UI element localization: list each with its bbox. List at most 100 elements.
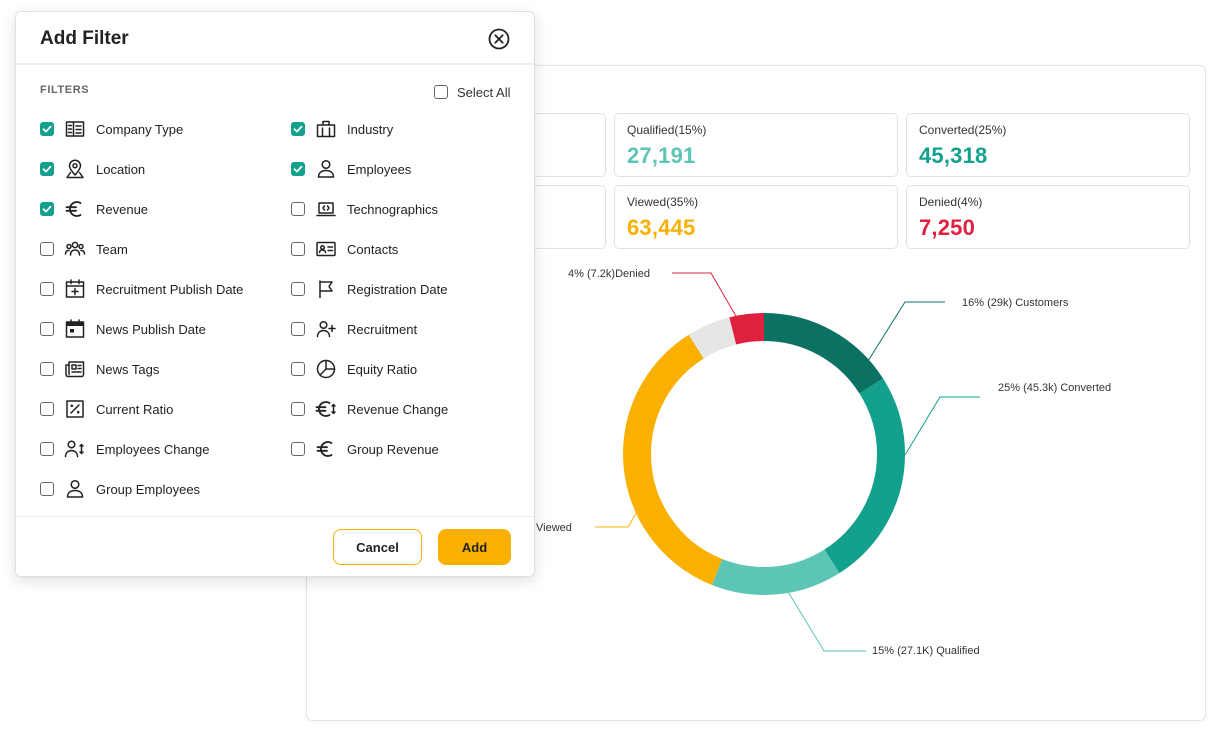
person-change-icon — [64, 438, 86, 460]
filter-label: Team — [96, 241, 128, 257]
callout-label-qualified: 15% (27.1K) Qualified — [872, 645, 980, 657]
add-filter-modal: Add Filter FILTERS Select All Company Ty… — [15, 11, 535, 577]
filter-checkbox[interactable] — [40, 482, 54, 496]
filter-option-news-tags[interactable]: News Tags — [40, 358, 159, 380]
filter-checkbox[interactable] — [40, 202, 54, 216]
filter-label: Registration Date — [347, 281, 448, 297]
modal-header: Add Filter — [16, 12, 534, 65]
modal-footer: Cancel Add — [16, 516, 534, 578]
filter-label: Recruitment Publish Date — [96, 281, 244, 297]
filter-label: Employees Change — [96, 441, 210, 457]
check-icon — [42, 205, 52, 213]
callout-line-qualified — [786, 589, 866, 652]
location-pin-icon — [64, 158, 86, 180]
filter-checkbox[interactable] — [291, 202, 305, 216]
person-icon — [315, 158, 337, 180]
select-all-checkbox[interactable] — [434, 85, 448, 99]
filter-option-recruitment-publish-date[interactable]: Recruitment Publish Date — [40, 278, 243, 300]
filter-option-revenue[interactable]: Revenue — [40, 198, 148, 220]
filter-checkbox[interactable] — [291, 162, 305, 176]
select-all-toggle[interactable]: Select All — [434, 83, 510, 101]
filter-checkbox[interactable] — [40, 402, 54, 416]
check-icon — [42, 165, 52, 173]
filter-option-industry[interactable]: Industry — [291, 118, 393, 140]
industry-icon — [315, 118, 337, 140]
filter-label: Employees — [347, 161, 412, 177]
filter-checkbox[interactable] — [291, 442, 305, 456]
euro-change-icon — [315, 398, 337, 420]
callout-line-customers — [867, 301, 945, 362]
callout-label-denied: 4% (7.2k)Denied — [568, 268, 650, 280]
filter-option-equity-ratio[interactable]: Equity Ratio — [291, 358, 417, 380]
modal-title: Add Filter — [40, 28, 129, 49]
calendar-plus-icon — [64, 278, 86, 300]
close-circle-icon — [488, 28, 510, 50]
filter-label: Recruitment — [347, 321, 418, 337]
calendar-icon — [64, 318, 86, 340]
filter-option-employees[interactable]: Employees — [291, 158, 411, 180]
newspaper-icon — [64, 358, 86, 380]
filter-option-contacts[interactable]: Contacts — [291, 238, 398, 260]
filter-checkbox[interactable] — [40, 362, 54, 376]
callout-label-viewed: Viewed — [536, 522, 572, 534]
check-icon — [42, 125, 52, 133]
filter-option-news-publish-date[interactable]: News Publish Date — [40, 318, 206, 340]
filter-label: Revenue Change — [347, 401, 449, 417]
close-button[interactable] — [487, 27, 511, 51]
filters-section-label: FILTERS — [40, 84, 90, 96]
filter-checkbox[interactable] — [40, 282, 54, 296]
filter-label: Group Revenue — [347, 441, 439, 457]
filter-option-company-type[interactable]: Company Type — [40, 118, 183, 140]
filter-checkbox[interactable] — [291, 122, 305, 136]
filter-label: Company Type — [96, 121, 184, 137]
callout-line-denied — [672, 272, 738, 319]
filter-label: News Tags — [96, 361, 160, 377]
filter-label: Industry — [347, 121, 394, 137]
cancel-button[interactable]: Cancel — [333, 529, 422, 565]
contact-card-icon — [315, 238, 337, 260]
filter-label: Revenue — [96, 201, 149, 217]
check-icon — [293, 165, 303, 173]
filter-option-location[interactable]: Location — [40, 158, 145, 180]
filter-label: Group Employees — [96, 481, 201, 497]
filter-checkbox[interactable] — [291, 402, 305, 416]
filter-label: News Publish Date — [96, 321, 206, 337]
person-add-icon — [315, 318, 337, 340]
filter-checkbox[interactable] — [40, 242, 54, 256]
flag-icon — [315, 278, 337, 300]
filter-option-registration-date[interactable]: Registration Date — [291, 278, 447, 300]
check-icon — [293, 125, 303, 133]
filter-checkbox[interactable] — [291, 282, 305, 296]
filter-option-current-ratio[interactable]: Current Ratio — [40, 398, 173, 420]
laptop-code-icon — [315, 198, 337, 220]
filter-checkbox[interactable] — [40, 322, 54, 336]
filter-checkbox[interactable] — [40, 442, 54, 456]
filter-label: Location — [96, 161, 146, 177]
add-button[interactable]: Add — [438, 529, 511, 565]
filter-checkbox[interactable] — [291, 362, 305, 376]
filter-option-revenue-change[interactable]: Revenue Change — [291, 398, 448, 420]
pie-chart-icon — [315, 358, 337, 380]
filter-option-group-revenue[interactable]: Group Revenue — [291, 438, 439, 460]
filter-label: Current Ratio — [96, 401, 174, 417]
person-icon — [64, 478, 86, 500]
euro-icon — [64, 198, 86, 220]
euro-icon — [315, 438, 337, 460]
filter-option-group-employees[interactable]: Group Employees — [40, 478, 200, 500]
filter-option-technographics[interactable]: Technographics — [291, 198, 438, 220]
filter-option-recruitment[interactable]: Recruitment — [291, 318, 417, 340]
filter-checkbox[interactable] — [291, 322, 305, 336]
callout-label-converted: 25% (45.3k) Converted — [998, 382, 1111, 394]
team-icon — [64, 238, 86, 260]
filter-checkbox[interactable] — [40, 162, 54, 176]
filter-label: Technographics — [347, 201, 439, 217]
callout-label-customers: 16% (29k) Customers — [962, 297, 1069, 309]
filter-label: Contacts — [347, 241, 399, 257]
select-all-label: Select All — [457, 84, 511, 100]
building-icon — [64, 118, 86, 140]
filter-option-team[interactable]: Team — [40, 238, 128, 260]
filter-checkbox[interactable] — [291, 242, 305, 256]
filter-label: Equity Ratio — [347, 361, 418, 377]
filter-checkbox[interactable] — [40, 122, 54, 136]
filter-option-employees-change[interactable]: Employees Change — [40, 438, 209, 460]
